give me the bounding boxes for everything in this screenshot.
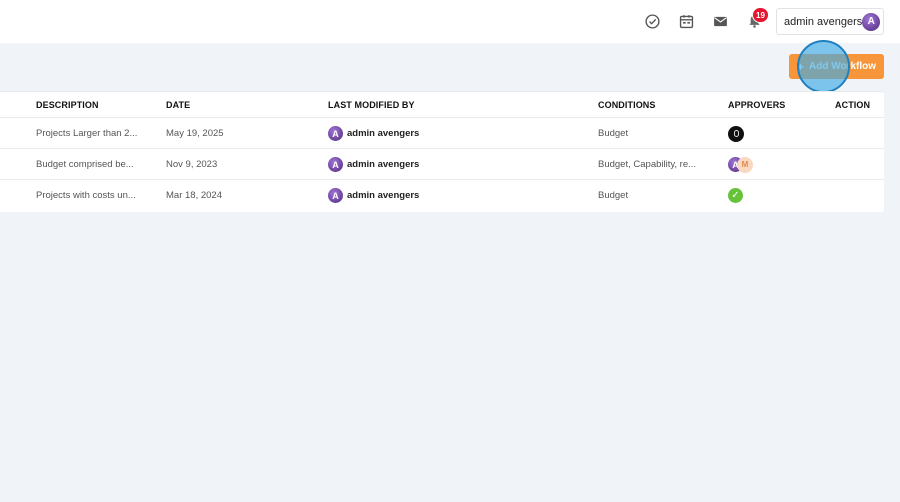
row-description: Projects with costs un...: [36, 190, 136, 201]
header-approvers[interactable]: APPROVERS: [728, 100, 785, 110]
user-name: admin avengers: [784, 15, 863, 28]
row-modified-by: A admin avengers: [328, 118, 419, 149]
header-conditions[interactable]: CONDITIONS: [598, 100, 656, 110]
add-workflow-label: Add Workflow: [808, 61, 877, 72]
row-description: Projects Larger than 2...: [36, 128, 138, 139]
header-description[interactable]: DESCRIPTION: [36, 100, 99, 110]
header-action: ACTION: [835, 100, 871, 110]
row-modified-by: A admin avengers: [328, 149, 419, 180]
user-avatar: A: [862, 12, 881, 31]
approver-avatar: M: [737, 156, 753, 173]
top-bar: 19 admin avengers A: [0, 0, 900, 43]
row-modified-by: A admin avengers: [328, 180, 419, 211]
modifier-avatar: A: [328, 126, 343, 141]
row-date: Nov 9, 2023: [166, 159, 218, 170]
row-date: Mar 18, 2024: [166, 190, 222, 201]
row-date: May 19, 2025: [166, 128, 224, 139]
row-approvers: ✓: [728, 180, 743, 211]
user-menu[interactable]: admin avengers A: [776, 8, 884, 35]
notification-badge: 19: [752, 7, 769, 23]
approver-avatar: [728, 125, 744, 142]
check-circle-icon[interactable]: [643, 12, 661, 30]
modifier-name: admin avengers: [347, 159, 420, 170]
modifier-name: admin avengers: [347, 128, 420, 139]
add-workflow-button[interactable]: + Add Workflow: [789, 54, 884, 79]
row-description: Budget comprised be...: [36, 159, 134, 170]
modifier-avatar: A: [328, 157, 343, 172]
row-approvers: [728, 118, 744, 149]
mail-icon[interactable]: [711, 12, 729, 30]
modifier-name: admin avengers: [347, 190, 420, 201]
row-conditions: Budget: [598, 128, 629, 139]
approved-check-icon: ✓: [728, 188, 743, 203]
plus-icon: +: [796, 59, 804, 74]
table-row[interactable]: Budget comprised be... Nov 9, 2023 A adm…: [0, 148, 884, 179]
row-conditions: Budget, Capability, re...: [598, 159, 697, 170]
header-last-modified-by[interactable]: LAST MODIFIED BY: [328, 100, 415, 110]
modifier-avatar: A: [328, 188, 343, 203]
table-row[interactable]: Projects Larger than 2... May 19, 2025 A…: [0, 117, 884, 148]
row-conditions: Budget: [598, 190, 629, 201]
calendar-icon[interactable]: [677, 12, 695, 30]
row-approvers: A M: [728, 149, 753, 180]
workflow-table: DESCRIPTION DATE LAST MODIFIED BY CONDIT…: [0, 91, 884, 212]
table-row[interactable]: Projects with costs un... Mar 18, 2024 A…: [0, 179, 884, 210]
header-date[interactable]: DATE: [166, 100, 190, 110]
